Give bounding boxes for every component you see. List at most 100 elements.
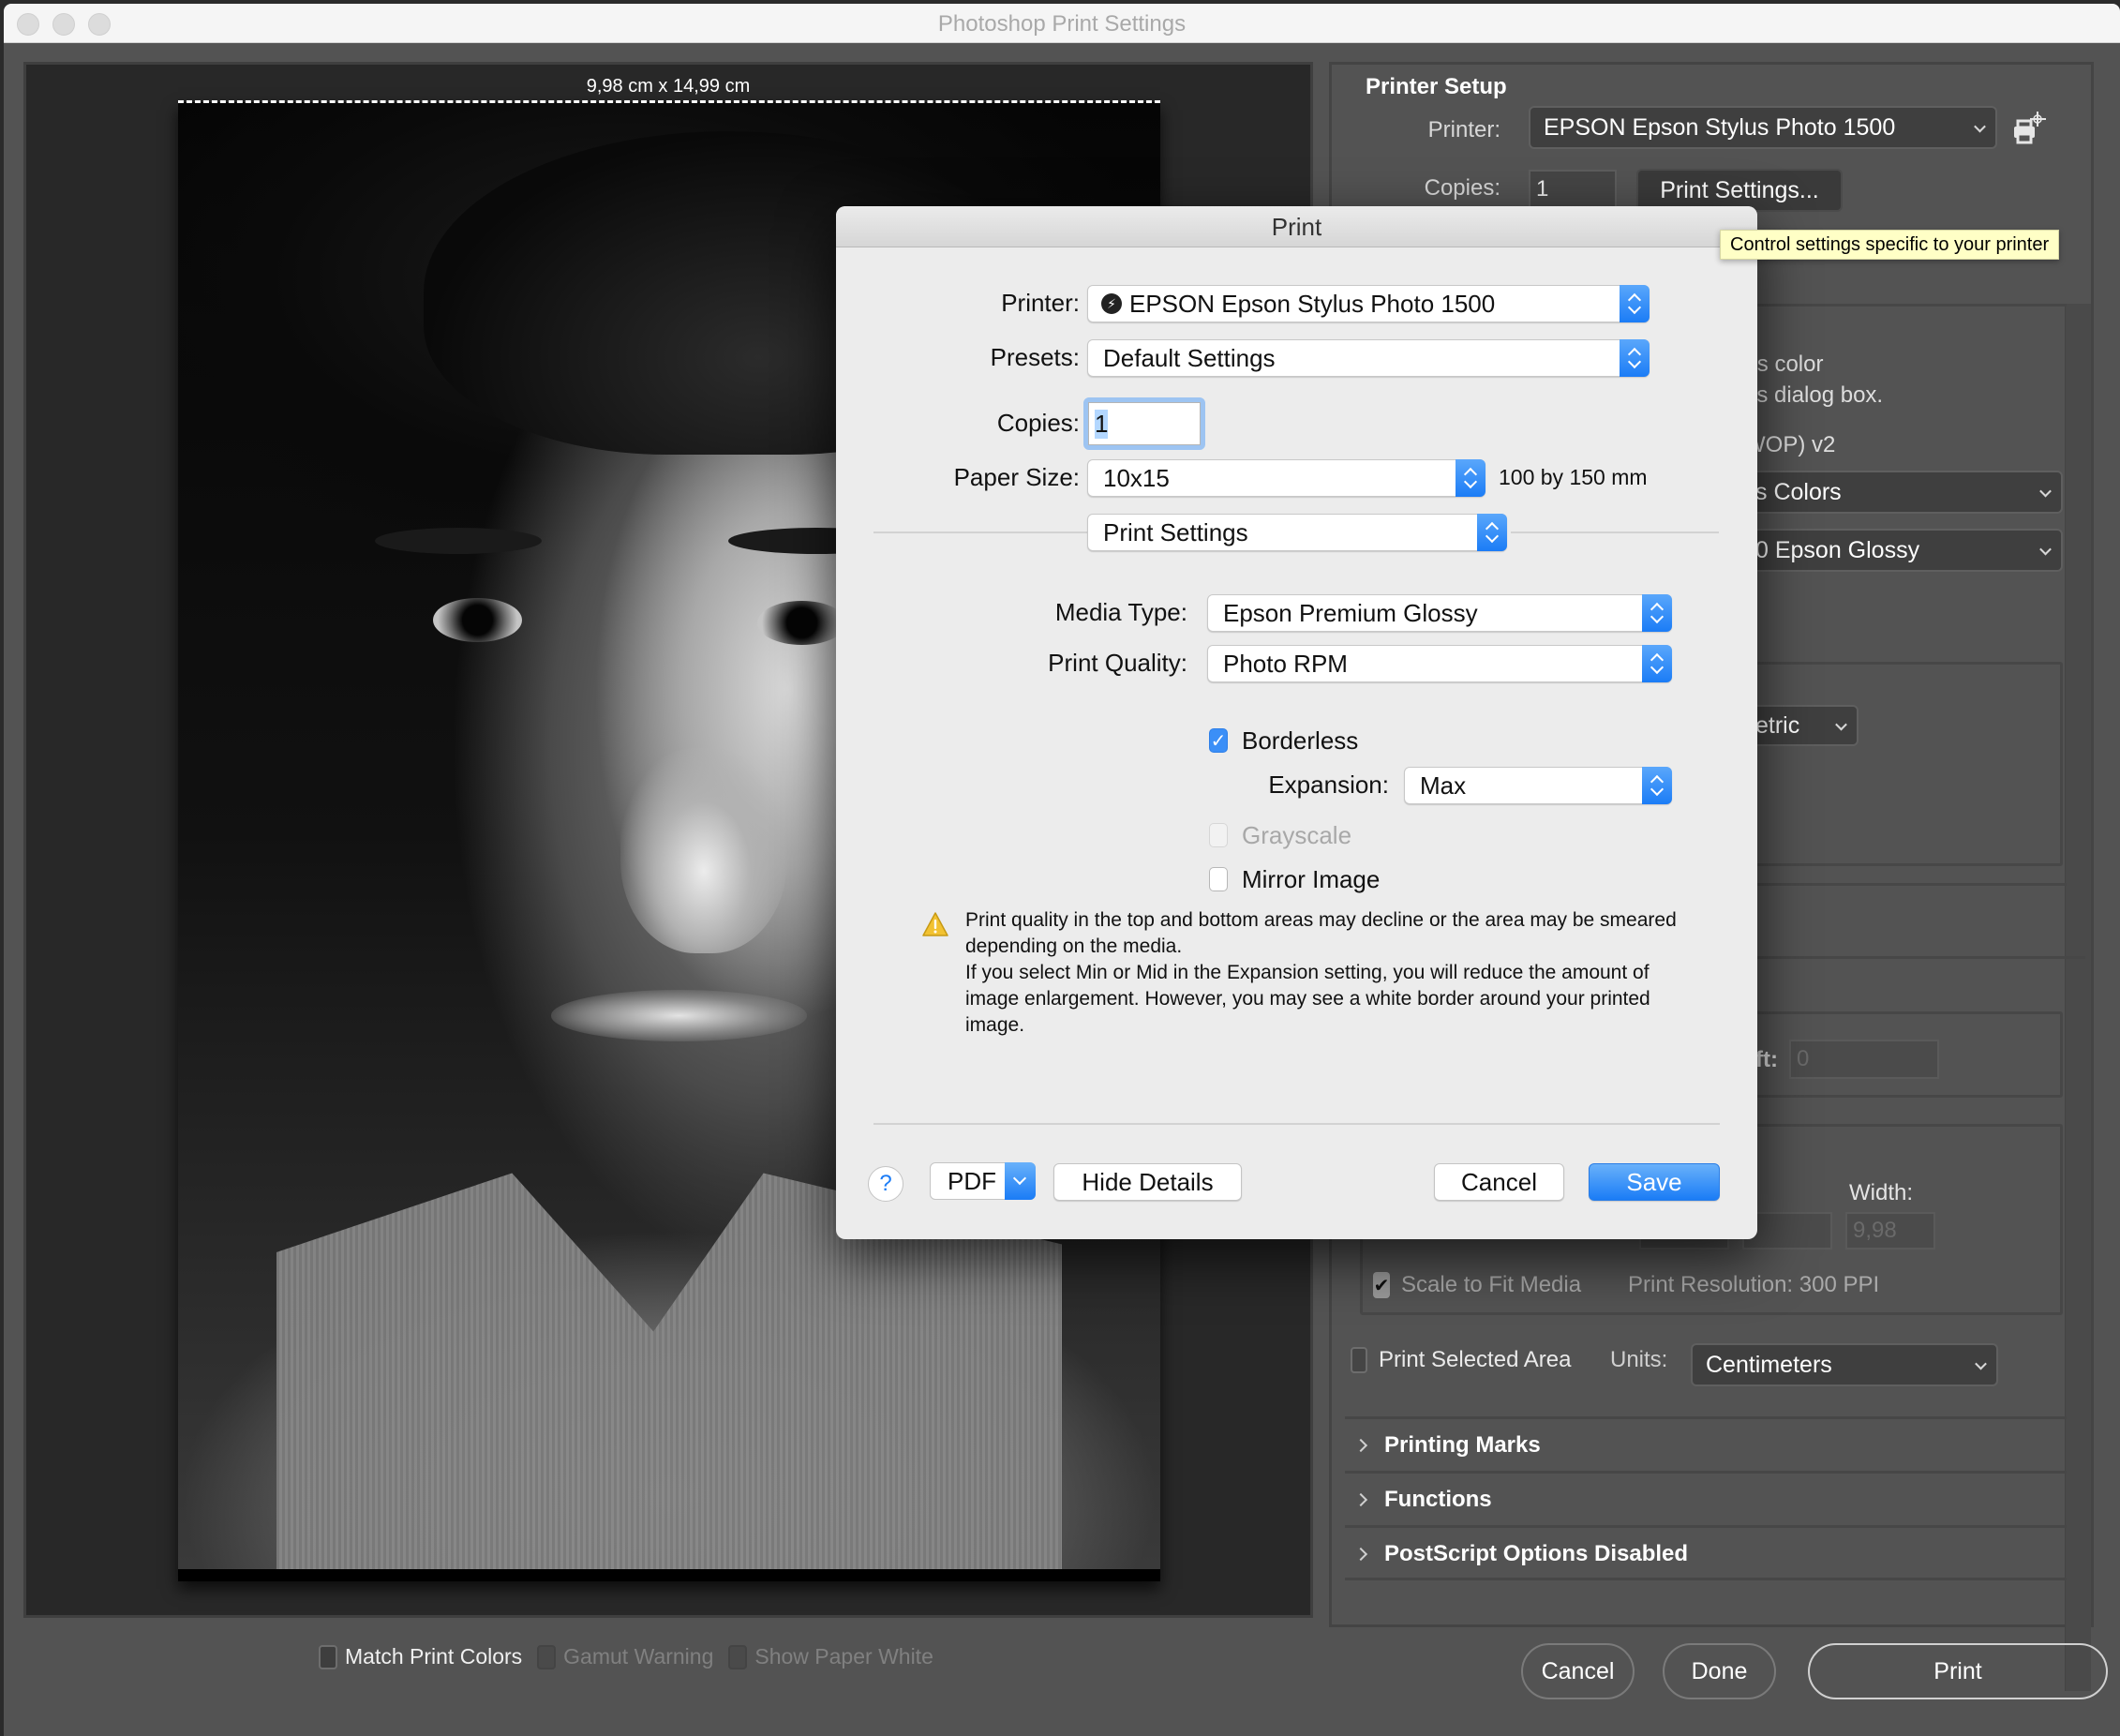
dialog-printer-popup[interactable]: ⚡ EPSON Epson Stylus Photo 1500 — [1087, 285, 1650, 322]
rendering-intent-value: etric — [1755, 711, 1800, 739]
scale-to-fit-checkbox[interactable]: ✔ — [1373, 1272, 1390, 1298]
print-quality-value: Photo RPM — [1223, 649, 1348, 678]
left-position-input[interactable]: 0 — [1789, 1040, 1939, 1079]
chevron-down-icon — [2039, 543, 2052, 556]
chevron-right-icon — [1353, 1438, 1368, 1452]
printer-settings-icon[interactable] — [2012, 110, 2050, 147]
units-dropdown[interactable]: Centimeters — [1691, 1343, 1998, 1386]
pdf-label: PDF — [948, 1166, 996, 1195]
scale-to-fit-label: Scale to Fit Media — [1401, 1272, 1582, 1297]
print-quality-label: Print Quality: — [1048, 649, 1187, 677]
print-dimensions-label: 9,98 cm x 14,99 cm — [586, 76, 751, 97]
mirror-image-label: Mirror Image — [1242, 865, 1381, 893]
functions-section[interactable]: Functions — [1345, 1471, 2067, 1525]
printing-marks-section[interactable]: Printing Marks — [1345, 1416, 2067, 1471]
updown-arrows-icon — [1642, 594, 1672, 632]
print-quality-popup[interactable]: Photo RPM — [1207, 645, 1672, 682]
chevron-down-icon — [1975, 1357, 1987, 1370]
width-label: Width: — [1849, 1180, 1914, 1205]
printer-dropdown[interactable]: EPSON Epson Stylus Photo 1500 — [1529, 106, 1997, 149]
chevron-down-icon — [2039, 485, 2052, 498]
show-paper-white-box[interactable] — [728, 1644, 748, 1669]
pdf-menu-button[interactable]: PDF — [930, 1162, 1036, 1200]
help-button[interactable]: ? — [868, 1166, 903, 1202]
dialog-copies-label: Copies: — [996, 409, 1080, 437]
paper-size-popup[interactable]: 10x15 — [1087, 459, 1485, 497]
width-input[interactable]: 9,98 — [1845, 1212, 1935, 1250]
dialog-printer-value: EPSON Epson Stylus Photo 1500 — [1129, 289, 1496, 318]
copies-label: Copies: — [1424, 175, 1500, 201]
title-bar: Photoshop Print Settings — [4, 4, 2120, 43]
footer-divider — [873, 1123, 1720, 1125]
paper-size-dimensions: 100 by 150 mm — [1499, 465, 1648, 489]
paper-size-label: Paper Size: — [953, 463, 1080, 491]
photo-left-eye — [433, 597, 522, 642]
chevron-right-icon — [1353, 1492, 1368, 1506]
print-button[interactable]: Print — [1808, 1643, 2108, 1699]
done-button[interactable]: Done — [1663, 1643, 1776, 1699]
match-print-colors-label: Match Print Colors — [345, 1644, 523, 1669]
media-type-popup[interactable]: Epson Premium Glossy — [1207, 594, 1672, 632]
copies-input[interactable]: 1 — [1529, 170, 1617, 209]
panel-selector-value: Print Settings — [1103, 517, 1248, 546]
color-handling-note-line2: gs dialog box. — [1744, 382, 1884, 408]
panel-selector-popup[interactable]: Print Settings — [1087, 514, 1507, 551]
dialog-copies-value: 1 — [1095, 409, 1109, 439]
postscript-options-section[interactable]: PostScript Options Disabled — [1345, 1525, 2067, 1579]
functions-label: Functions — [1384, 1486, 1492, 1512]
updown-arrows-icon — [1642, 767, 1672, 804]
printer-setup-heading: Printer Setup — [1366, 74, 1507, 99]
dialog-printer-label: Printer: — [1001, 289, 1080, 317]
photo-mouth — [551, 989, 807, 1041]
expansion-label: Expansion: — [1268, 771, 1389, 799]
printer-label: Printer: — [1427, 117, 1500, 142]
hide-details-button[interactable]: Hide Details — [1053, 1163, 1242, 1201]
presets-value: Default Settings — [1103, 343, 1276, 372]
printer-profile-value: 0 Epson Glossy — [1755, 536, 1920, 563]
photo-nose — [620, 747, 787, 953]
warning-icon — [921, 911, 949, 937]
printer-status-icon: ⚡ — [1101, 293, 1122, 314]
match-print-colors-checkbox[interactable]: Match Print Colors — [319, 1644, 522, 1669]
borderless-checkbox[interactable]: ✓ — [1209, 728, 1228, 753]
gamut-warning-checkbox[interactable]: Gamut Warning — [537, 1644, 713, 1669]
expansion-popup[interactable]: Max — [1404, 767, 1672, 804]
photo-left-brow — [374, 527, 542, 554]
dialog-cancel-button[interactable]: Cancel — [1434, 1163, 1564, 1201]
warning-line-1: Print quality in the top and bottom area… — [965, 909, 1677, 957]
panel-divider-right — [1511, 531, 1719, 533]
print-dialog: Print Printer: ⚡ EPSON Epson Stylus Phot… — [836, 206, 1757, 1239]
match-print-colors-box[interactable] — [319, 1644, 337, 1669]
warning-line-2: If you select Min or Mid in the Expansio… — [965, 962, 1650, 1036]
section-divider — [1345, 1578, 2067, 1580]
dialog-copies-input[interactable]: 1 — [1088, 402, 1201, 445]
window-title: Photoshop Print Settings — [937, 11, 1187, 37]
media-type-label: Media Type: — [1054, 598, 1187, 626]
settings-scrollbar[interactable] — [2065, 304, 2091, 1691]
updown-arrows-icon — [1477, 514, 1507, 551]
units-label: Units: — [1610, 1347, 1668, 1372]
mirror-image-checkbox[interactable] — [1209, 867, 1228, 891]
show-paper-white-label: Show Paper White — [754, 1644, 933, 1669]
units-value: Centimeters — [1706, 1351, 1832, 1378]
dialog-save-button[interactable]: Save — [1589, 1163, 1720, 1201]
printing-marks-label: Printing Marks — [1384, 1431, 1541, 1458]
printer-dropdown-value: EPSON Epson Stylus Photo 1500 — [1544, 113, 1896, 141]
print-settings-tooltip: Control settings specific to your printe… — [1720, 230, 2060, 260]
left-position-label: ft: — [1755, 1047, 1778, 1072]
updown-arrows-icon — [1620, 285, 1650, 322]
cancel-button[interactable]: Cancel — [1521, 1643, 1635, 1699]
paper-size-value: 10x15 — [1103, 463, 1170, 492]
paper-bounds-indicator — [178, 100, 1160, 103]
chevron-right-icon — [1353, 1547, 1368, 1561]
grayscale-checkbox[interactable] — [1209, 823, 1228, 847]
gamut-warning-box[interactable] — [537, 1644, 557, 1669]
presets-popup[interactable]: Default Settings — [1087, 339, 1650, 377]
chevron-down-icon — [1974, 120, 1986, 133]
print-resolution-label: Print Resolution: 300 PPI — [1628, 1272, 1880, 1297]
print-selected-area-checkbox[interactable] — [1351, 1347, 1367, 1373]
updown-arrows-icon — [1620, 339, 1650, 377]
panel-divider-left — [873, 531, 1089, 533]
show-paper-white-checkbox[interactable]: Show Paper White — [728, 1644, 933, 1669]
chevron-down-icon[interactable] — [1005, 1162, 1036, 1200]
